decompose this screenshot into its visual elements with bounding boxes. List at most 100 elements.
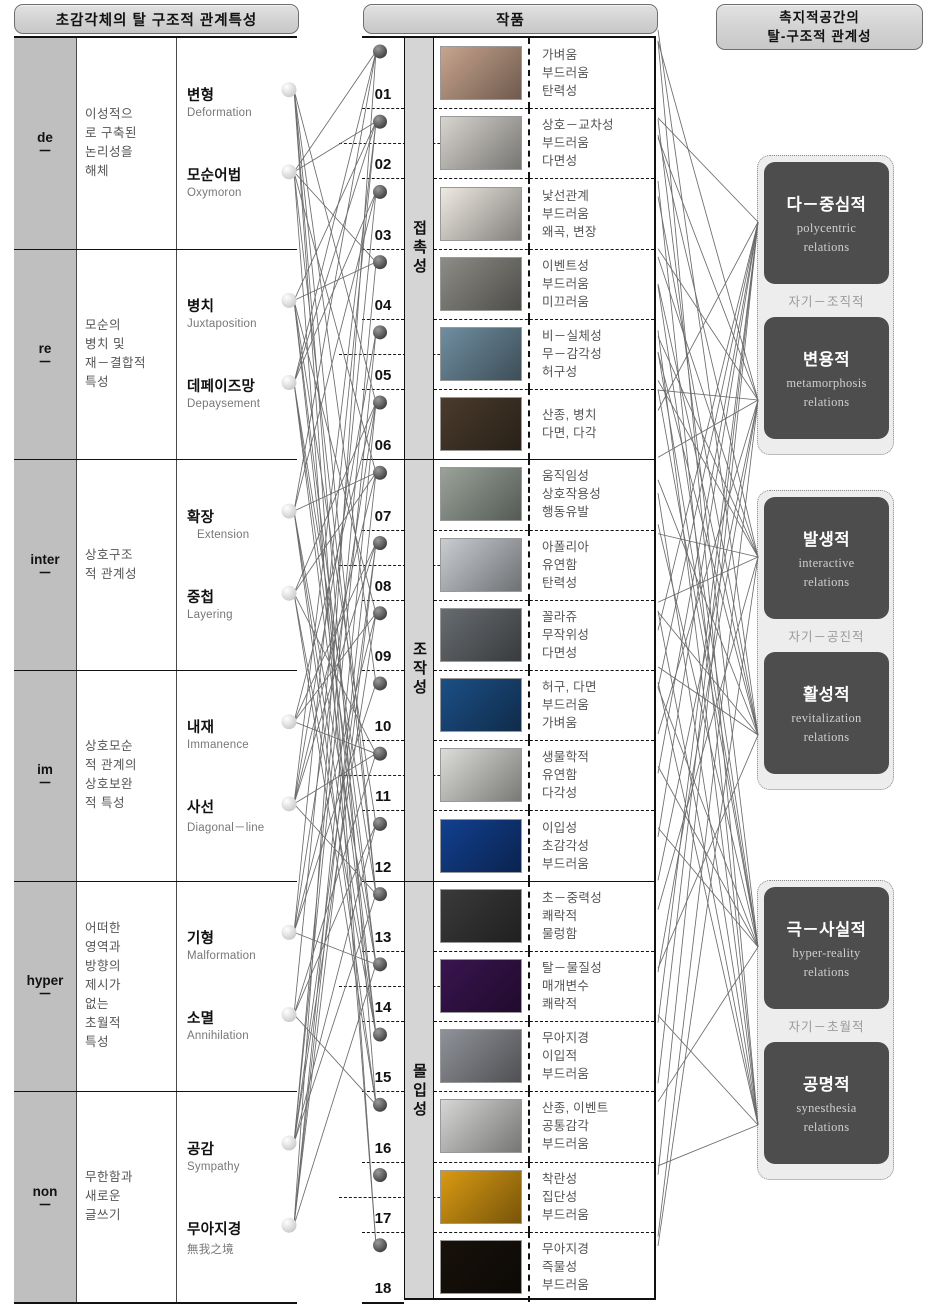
work-keywords: 생물학적 유연함 다각성 <box>530 740 654 810</box>
work-image <box>440 818 522 873</box>
work-keyword: 아폴리아 <box>542 539 590 554</box>
work-number-divider <box>362 740 404 742</box>
work-keywords: 초－중력성 쾌락적 물렁함 <box>530 881 654 951</box>
taxonomy-row: non － 무한함과 새로운 글쓰기 공감 Sympathy 무아지경 無我之境 <box>14 1091 460 1302</box>
work-image <box>440 1169 522 1224</box>
prefix-description: 모순의 병치 및 재－결합적 특성 <box>77 248 177 460</box>
work-image <box>440 1239 522 1294</box>
taxonomy-row: hyper － 어떠한 영역과 방향의 제시가 없는 초월적 특성 기형 Malform… <box>14 880 460 1092</box>
term-en: Depaysement <box>187 398 261 411</box>
work-keyword: 움직임성 <box>542 469 590 484</box>
work-row-divider <box>434 1021 654 1023</box>
work-keyword: 초감각성 <box>542 838 590 853</box>
work-row-divider <box>434 880 654 882</box>
relation-en1: polycentric <box>796 221 857 235</box>
prefix-dash: － <box>38 985 52 1002</box>
work-row: 이벤트성부드러움미끄러움 <box>434 248 654 319</box>
work-keyword: 부드러움 <box>542 276 590 291</box>
header-left-label: 초감각체의 탈 구조적 관계특성 <box>55 12 258 29</box>
work-number-divider <box>362 670 404 671</box>
work-keyword: 허구성 <box>542 364 578 379</box>
work-keywords: 착란성 집단성 부드러움 <box>530 1162 654 1232</box>
header-left-title: 초감각체의 탈 구조적 관계특성 <box>14 4 299 34</box>
work-keyword: 미끄러움 <box>542 294 590 309</box>
work-image <box>440 607 522 662</box>
prefix-dash: － <box>38 1196 52 1213</box>
work-row-divider <box>434 459 654 461</box>
relation-box-bottom[interactable]: 변용적 metamorphosis relations <box>764 317 889 439</box>
term-ko: 기형 <box>187 931 215 947</box>
term: 중첩 Layering <box>187 586 295 621</box>
work-keyword: 무－감각성 <box>542 346 603 361</box>
work-keywords: 산종, 이벤트 공통감각 부드러움 <box>530 1091 654 1161</box>
work-keyword: 부드러움 <box>542 1067 590 1082</box>
work-image <box>440 186 522 241</box>
prefix-description: 상호모순 적 관계의 상호보완 적 특성 <box>77 670 177 881</box>
taxonomy-row-divider <box>14 880 297 882</box>
work-keyword: 무작위성 <box>542 627 590 642</box>
taxonomy-row: de － 이성적으 로 구축된 논리성을 해체 변형 Deformation 모순어법 Ox… <box>14 38 460 249</box>
work-keyword: 공통감각 <box>542 1119 590 1134</box>
work-number-divider <box>362 178 404 180</box>
relation-en1: metamorphosis <box>786 376 867 390</box>
work-keywords: 무아지경 즉물성 부드러움 <box>530 1232 654 1302</box>
prefix-cell-hyper: hyper － <box>14 880 77 1092</box>
relation-box-top[interactable]: 극－사실적 hyper-reality relations <box>764 887 889 1009</box>
taxonomy-row: re － 모순의 병치 및 재－결합적 특성 병치 Juxtaposition 데페이즈망… <box>14 248 460 460</box>
prefix-description: 이성적으 로 구축된 논리성을 해체 <box>77 38 177 249</box>
relation-box-bottom[interactable]: 공명적 synesthesia relations <box>764 1042 889 1164</box>
work-image <box>440 1099 522 1154</box>
work-keyword: 부드러움 <box>542 856 590 871</box>
relation-box-bottom[interactable]: 활성적 revitalization relations <box>764 652 889 774</box>
work-keywords: 낯선관계 부드러움 왜곡, 변장 <box>530 178 654 248</box>
relation-box-top[interactable]: 다－중심적 polycentric relations <box>764 162 889 284</box>
relation-box-top[interactable]: 발생적 interactive relations <box>764 497 889 619</box>
work-number-14: 14 <box>374 999 392 1017</box>
work-number-divider <box>362 880 404 882</box>
work-keyword: 초－중력성 <box>542 890 603 905</box>
work-keyword: 탄력성 <box>542 84 578 99</box>
work-number-09: 09 <box>374 647 392 665</box>
work-row: 이입성 초감각성 부드러움 <box>434 810 654 881</box>
term-cell: 기형 Malformation 소멸 Annihilation <box>177 880 460 1092</box>
relation-en2: relations <box>803 395 850 409</box>
header-right-label-1: 촉지적공간의 <box>779 10 860 25</box>
prefix-cell-non: non － <box>14 1091 77 1302</box>
work-keywords: 산종, 병치 다면, 다각 <box>530 389 654 459</box>
work-keyword: 쾌락적 <box>542 908 578 923</box>
work-keyword: 낯선관계 <box>542 188 590 203</box>
work-thumbnail-cell <box>434 319 528 389</box>
relation-ko: 다－중심적 <box>786 195 867 214</box>
work-row: 가벼움 부드러움 탄력성 <box>434 38 654 109</box>
work-keyword: 다면, 다각 <box>542 426 597 441</box>
work-row: 비－실체성 무－감각성 허구성 <box>434 318 654 390</box>
term-ko: 데페이즈망 <box>187 379 256 396</box>
work-thumbnail-cell <box>434 810 528 880</box>
work-number-divider <box>362 389 404 391</box>
work-number-05: 05 <box>374 367 392 385</box>
work-number-divider <box>362 1091 404 1093</box>
work-image <box>440 1029 522 1084</box>
work-thumbnail-cell <box>434 459 528 529</box>
relation-en2: relations <box>803 240 850 254</box>
work-keyword: 이벤트성 <box>542 258 590 273</box>
work-keyword: 가벼움 <box>542 48 578 63</box>
relation-group-1: 발생적 interactive relations 자기－공진적 활성적 revitali… <box>757 490 894 790</box>
prefix-dash: － <box>38 775 52 792</box>
prefix-description: 어떠한 영역과 방향의 제시가 없는 초월적 특성 <box>77 880 177 1092</box>
prefix-dash: － <box>38 353 52 370</box>
work-image <box>440 256 522 311</box>
work-keywords: 움직임성 상호작용성 행동유발 <box>530 459 654 529</box>
term-cell: 병치 Juxtaposition 데페이즈망 Depaysement <box>177 248 460 460</box>
work-keyword: 허구, 다면 <box>542 680 597 695</box>
work-keyword: 탄력성 <box>542 575 578 590</box>
relation-en2: relations <box>803 1120 850 1134</box>
work-row-divider <box>434 529 654 531</box>
taxonomy-row: im － 상호모순 적 관계의 상호보완 적 특성 내재 Immanence 사선 Diag… <box>14 670 460 881</box>
prefix-cell-de: de － <box>14 38 77 249</box>
taxonomy-row-divider <box>14 670 297 671</box>
work-number-column: 01 02 03 04 05 06 07 08 09 10 11 12 13 14 15 16 17 18 <box>362 36 404 1304</box>
work-row-divider <box>434 950 654 952</box>
category-divider <box>405 880 433 882</box>
term-ko: 사선 <box>187 800 215 817</box>
